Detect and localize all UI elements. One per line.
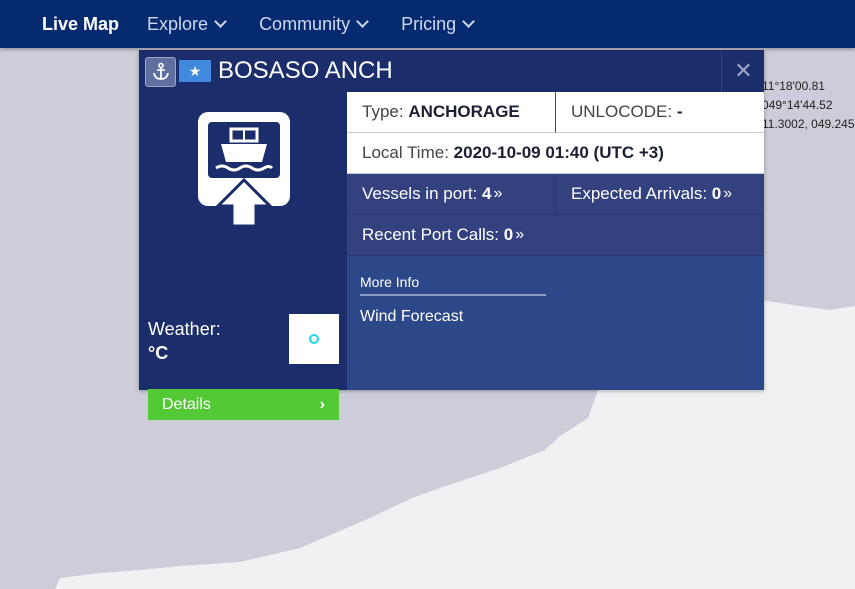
unlocode-value: - — [676, 102, 683, 121]
port-info-grid: Type: ANCHORAGE UNLOCODE: - Local Time: … — [347, 92, 764, 256]
coord-lon-dms: 049°14'44.52 — [762, 98, 833, 112]
somalia-flag-icon: ★ — [179, 60, 211, 82]
weather-label: Weather: — [148, 319, 221, 339]
recent-value: 0 — [503, 225, 514, 244]
coord-lat-dms: 11°18'00.81 — [762, 79, 825, 93]
vessels-label: Vessels in port: — [362, 184, 478, 203]
type-value: ANCHORAGE — [408, 102, 520, 121]
local-time: Local Time: 2020-10-09 01:40 (UTC +3) — [347, 133, 764, 174]
nav-explore-label: Explore — [147, 13, 209, 34]
anchor-icon — [145, 57, 176, 87]
popup-left-column: Weather: °C Details › — [139, 92, 347, 420]
port-unlocode: UNLOCODE: - — [556, 92, 764, 133]
expected-arrivals-link[interactable]: Expected Arrivals: 0» — [556, 174, 764, 215]
double-chevron-right-icon: » — [493, 185, 503, 202]
chevron-down-icon — [356, 15, 369, 28]
details-button-label: Details — [162, 395, 211, 413]
port-popup: ★ BOSASO ANCH ✕ Weather: °C Details › Ty… — [139, 50, 764, 420]
port-type: Type: ANCHORAGE — [347, 92, 556, 133]
details-button[interactable]: Details › — [148, 389, 339, 420]
coord-decimal: 11.3002, 049.245 — [762, 117, 855, 131]
double-chevron-right-icon: » — [515, 226, 525, 243]
wind-forecast-link[interactable]: Wind Forecast — [360, 308, 463, 326]
arrivals-value: 0 — [711, 184, 722, 203]
weather-indicator-icon — [309, 334, 319, 344]
chevron-right-icon: › — [319, 395, 325, 413]
chevron-down-icon — [462, 15, 475, 28]
top-navigation: Live Map Explore Community Pricing — [0, 0, 855, 48]
nav-community-label: Community — [259, 13, 351, 34]
close-button[interactable]: ✕ — [721, 50, 765, 92]
nav-live-map[interactable]: Live Map — [42, 14, 119, 35]
weather-info: Weather: °C — [148, 317, 221, 365]
nav-pricing-label: Pricing — [401, 13, 457, 34]
nav-community[interactable]: Community — [259, 13, 369, 35]
nav-explore[interactable]: Explore — [147, 13, 227, 35]
unlocode-label: UNLOCODE: — [571, 102, 673, 121]
vessels-in-port-link[interactable]: Vessels in port: 4» — [347, 174, 556, 215]
popup-header: ★ BOSASO ANCH ✕ — [139, 50, 764, 92]
type-label: Type: — [362, 102, 404, 121]
vessels-value: 4 — [482, 184, 492, 203]
recent-port-calls-link[interactable]: Recent Port Calls: 0» — [347, 215, 764, 256]
double-chevron-right-icon: » — [723, 185, 733, 202]
weather-icon-box — [289, 314, 339, 364]
arrivals-label: Expected Arrivals: — [571, 184, 708, 203]
local-time-value: 2020-10-09 01:40 (UTC +3) — [453, 143, 664, 162]
local-time-label: Local Time: — [362, 143, 449, 162]
weather-temperature: °C — [148, 343, 169, 363]
nav-pricing[interactable]: Pricing — [401, 13, 475, 35]
coordinates-readout: 11°18'00.81 049°14'44.52 11.3002, 049.24… — [762, 77, 855, 134]
close-icon: ✕ — [734, 58, 753, 83]
nav-live-map-label: Live Map — [42, 13, 120, 34]
more-info-heading: More Info — [360, 274, 546, 296]
port-name: BOSASO ANCH — [218, 57, 393, 84]
chevron-down-icon — [214, 15, 227, 28]
port-ship-icon — [198, 112, 290, 228]
recent-label: Recent Port Calls: — [362, 225, 499, 244]
